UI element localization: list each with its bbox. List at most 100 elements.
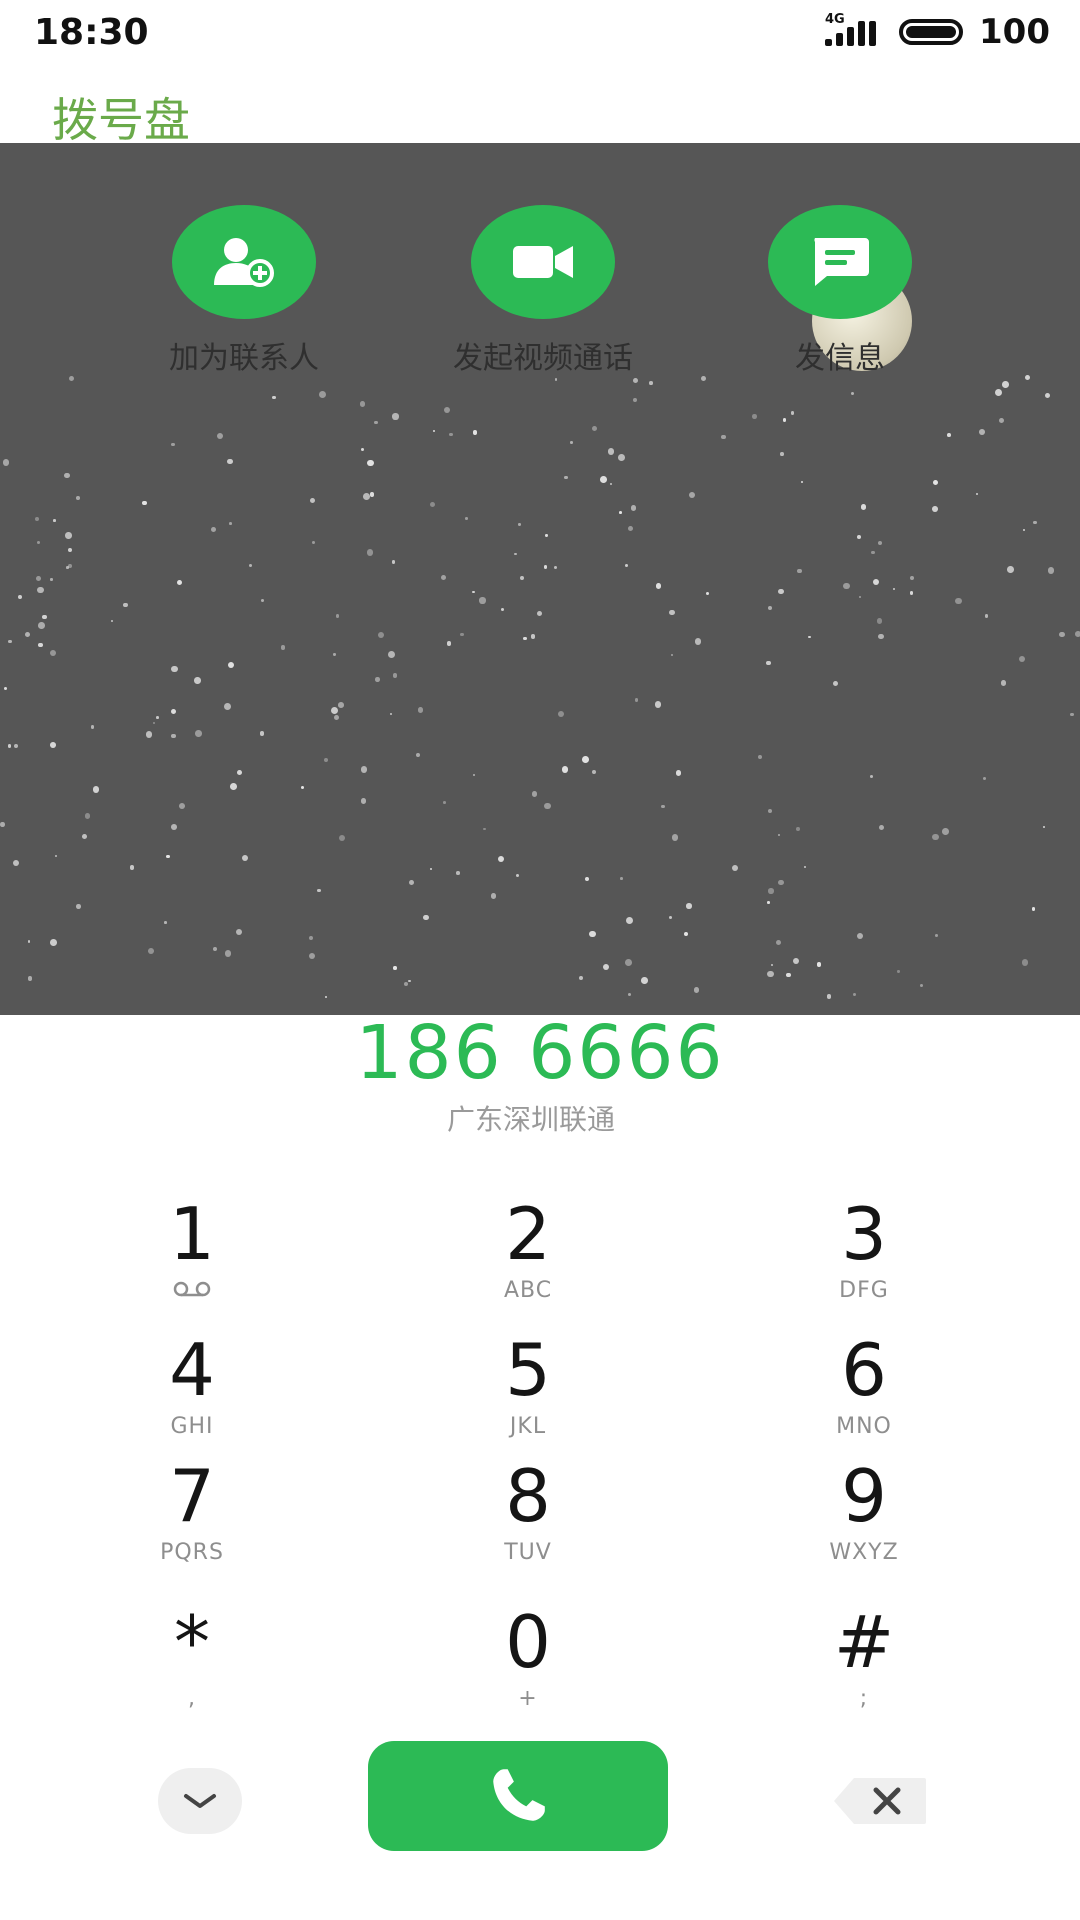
key-letters: DFG xyxy=(839,1278,889,1303)
star-decoration xyxy=(731,864,739,872)
star-decoration xyxy=(625,959,632,966)
star-decoration xyxy=(237,770,243,775)
star-decoration xyxy=(671,834,679,841)
star-decoration xyxy=(1018,655,1025,662)
star-decoration xyxy=(90,725,94,729)
key-1[interactable]: 1 xyxy=(82,1196,302,1304)
key-5[interactable]: 5 JKL xyxy=(418,1332,638,1440)
key-9[interactable]: 9 WXYZ xyxy=(754,1458,974,1566)
star-decoration xyxy=(1024,374,1031,381)
star-decoration xyxy=(228,522,232,526)
key-0[interactable]: 0 + xyxy=(418,1604,638,1712)
star-decoration xyxy=(778,879,784,886)
star-decoration xyxy=(675,770,682,776)
star-decoration xyxy=(280,645,286,650)
star-decoration xyxy=(878,824,885,830)
key-7[interactable]: 7 PQRS xyxy=(82,1458,302,1566)
star-decoration xyxy=(543,565,548,569)
star-decoration xyxy=(165,854,170,859)
star-decoration xyxy=(1021,959,1029,967)
star-decoration xyxy=(473,774,476,777)
star-decoration xyxy=(367,459,374,466)
star-decoration xyxy=(932,833,939,841)
star-decoration xyxy=(50,938,57,946)
key-8[interactable]: 8 TUV xyxy=(418,1458,638,1566)
send-message-button[interactable]: 发信息 xyxy=(710,205,970,377)
star-decoration xyxy=(227,661,235,669)
star-decoration xyxy=(554,377,558,381)
key-digit: 3 xyxy=(841,1192,887,1276)
star-decoration xyxy=(0,822,5,827)
star-decoration xyxy=(69,376,75,382)
star-decoration xyxy=(460,632,465,637)
star-decoration xyxy=(858,596,862,599)
star-decoration xyxy=(479,597,486,604)
star-decoration xyxy=(145,731,153,739)
star-decoration xyxy=(195,730,202,737)
star-decoration xyxy=(7,744,12,749)
star-decoration xyxy=(877,540,882,545)
star-decoration xyxy=(654,701,662,708)
star-decoration xyxy=(334,714,340,720)
call-button[interactable] xyxy=(368,1741,668,1851)
star-decoration xyxy=(518,523,521,526)
star-decoration xyxy=(513,552,517,556)
star-decoration xyxy=(375,677,380,682)
star-decoration xyxy=(465,517,468,521)
star-decoration xyxy=(67,563,72,568)
key-2[interactable]: 2 ABC xyxy=(418,1196,638,1304)
key-3[interactable]: 3 DFG xyxy=(754,1196,974,1304)
star-decoration xyxy=(669,609,675,615)
star-decoration xyxy=(338,835,345,842)
star-decoration xyxy=(602,964,609,971)
star-decoration xyxy=(389,712,392,715)
star-decoration xyxy=(391,560,395,564)
add-contact-button[interactable]: 加为联系人 xyxy=(114,205,374,377)
star-decoration xyxy=(164,921,167,924)
key-digit: 2 xyxy=(505,1192,551,1276)
star-decoration xyxy=(857,932,864,939)
star-decoration xyxy=(609,482,613,485)
star-decoration xyxy=(934,933,938,937)
star-decoration xyxy=(995,389,1003,397)
star-decoration xyxy=(53,519,56,522)
key-4[interactable]: 4 GHI xyxy=(82,1332,302,1440)
star-decoration xyxy=(148,948,154,955)
star-decoration xyxy=(920,984,923,988)
star-decoration xyxy=(176,579,182,585)
star-decoration xyxy=(777,588,784,595)
star-decoration xyxy=(64,473,70,479)
star-decoration xyxy=(50,578,53,581)
key-letters: JKL xyxy=(509,1414,547,1439)
key-letters: , xyxy=(188,1686,196,1711)
collapse-keypad-button[interactable] xyxy=(158,1768,242,1834)
star-decoration xyxy=(768,888,774,894)
star-decoration xyxy=(641,977,648,984)
star-decoration xyxy=(393,966,397,970)
star-decoration xyxy=(668,916,672,920)
star-decoration xyxy=(850,391,855,396)
delete-button[interactable] xyxy=(832,1776,928,1826)
star-decoration xyxy=(793,958,799,964)
star-decoration xyxy=(42,614,47,620)
star-decoration xyxy=(619,511,623,514)
star-decoration xyxy=(519,576,524,581)
star-decoration xyxy=(472,590,475,593)
star-decoration xyxy=(111,619,114,622)
key-hash[interactable]: # ; xyxy=(754,1604,974,1712)
star-decoration xyxy=(694,638,702,645)
star-decoration xyxy=(171,708,177,714)
star-decoration xyxy=(627,525,634,532)
star-decoration xyxy=(171,824,177,831)
key-star[interactable]: * , xyxy=(82,1604,302,1712)
status-time: 18:30 xyxy=(34,12,149,53)
star-decoration xyxy=(790,411,795,415)
key-digit: 8 xyxy=(505,1454,551,1538)
star-decoration xyxy=(558,710,565,718)
star-decoration xyxy=(443,406,450,413)
star-decoration xyxy=(360,447,364,451)
key-6[interactable]: 6 MNO xyxy=(754,1332,974,1440)
video-call-button[interactable]: 发起视频通话 xyxy=(413,205,673,377)
key-letters: MNO xyxy=(836,1414,892,1439)
star-decoration xyxy=(446,641,452,646)
